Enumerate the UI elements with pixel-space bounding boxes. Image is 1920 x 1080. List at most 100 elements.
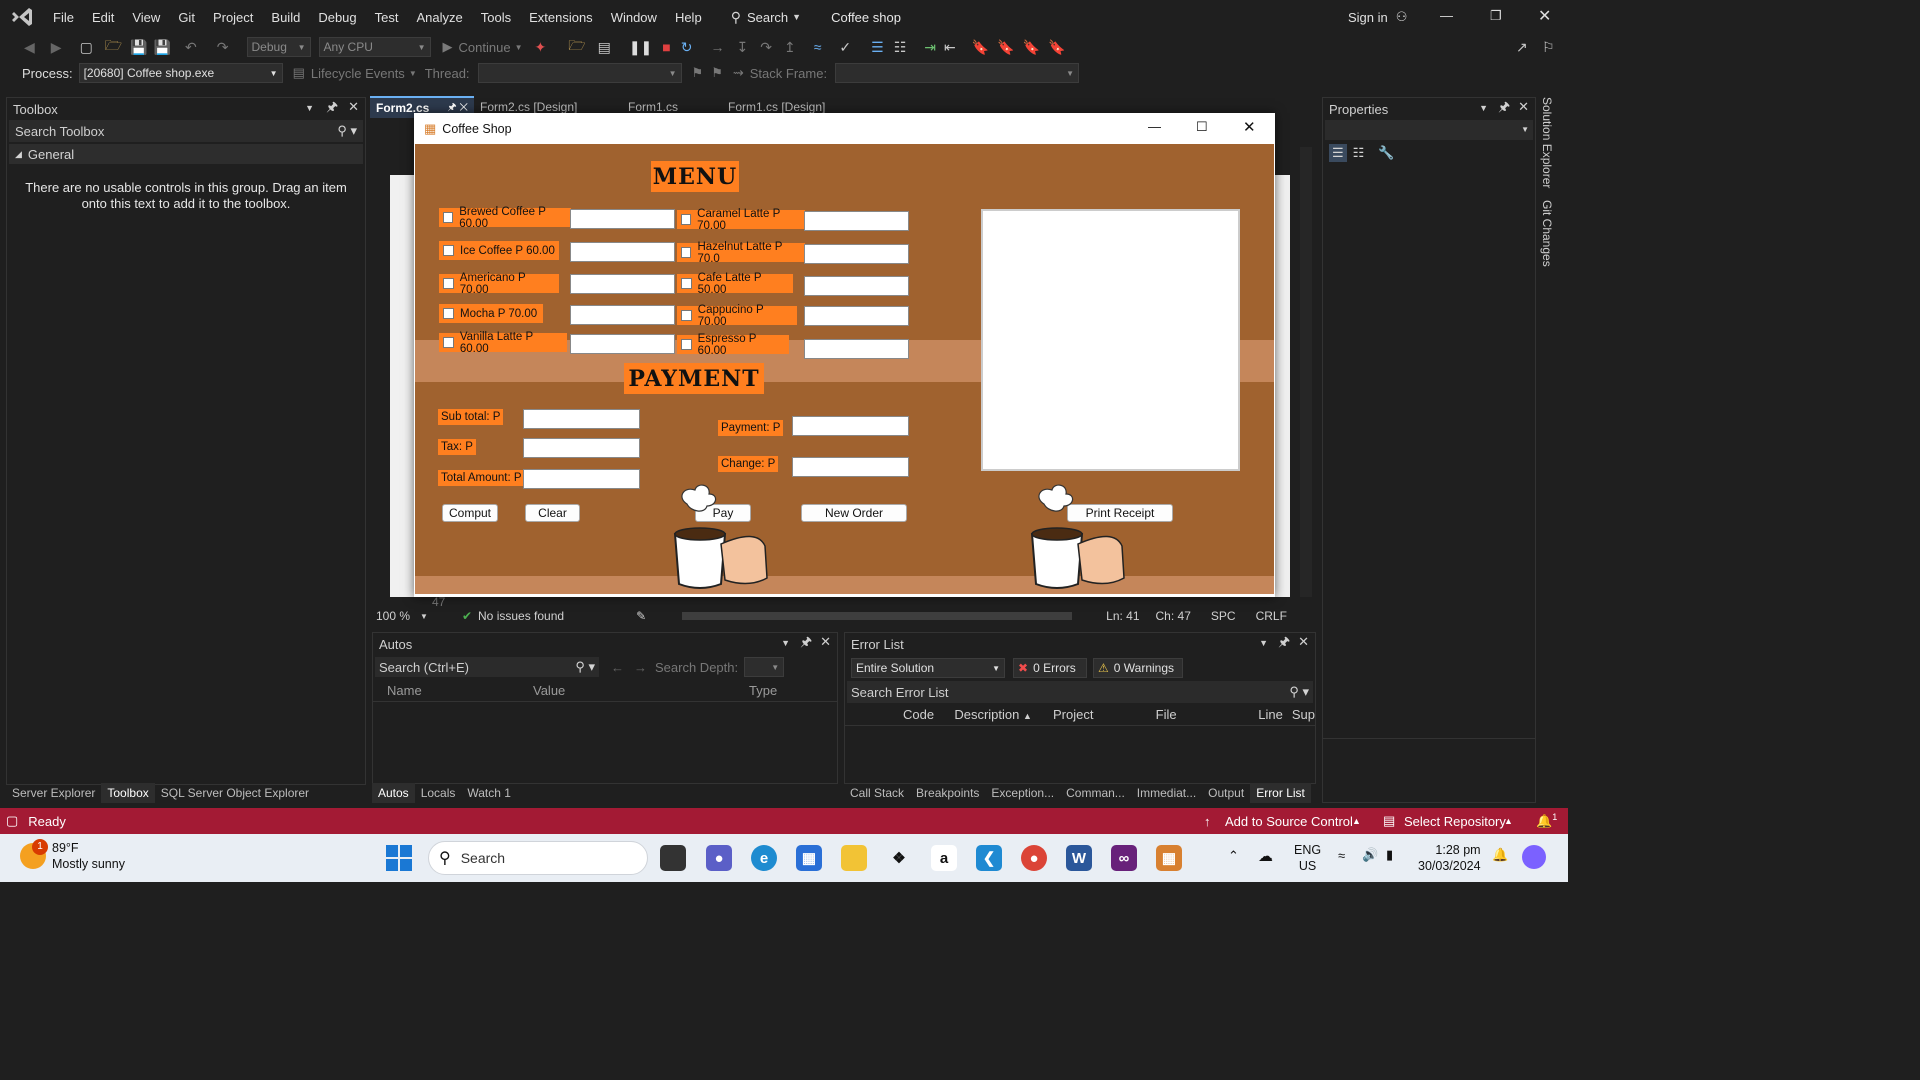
column-description[interactable]: Description ▲ [954,707,1053,722]
menu-tools[interactable]: Tools [472,0,520,34]
menu-item-hazelnut-latte[interactable]: Hazelnut Latte P 70.0 [677,241,805,265]
pin-icon[interactable]: 🖈 [1498,99,1510,114]
prev-bookmark-icon[interactable]: 🔖 [997,39,1014,56]
save-all-icon[interactable]: 💾 [154,39,171,56]
payment-input[interactable] [792,416,909,436]
qty-brewed-coffee-input[interactable] [570,209,675,229]
search-depth-dropdown[interactable]: ▼ [744,657,785,677]
menu-build[interactable]: Build [262,0,309,34]
copilot-icon[interactable] [1522,845,1546,869]
indent-icon[interactable]: ⇥ [924,39,936,56]
lifecycle-events-label[interactable]: Lifecycle Events [311,66,405,81]
subtotal-input[interactable] [523,409,640,429]
checkbox[interactable] [681,339,692,350]
tab-autos[interactable]: Autos [372,783,415,803]
column-line[interactable]: Line [1258,707,1292,722]
menu-item-cafe-latte[interactable]: Cafe Latte P 50.00 [677,272,793,296]
dropbox-icon[interactable]: ❖ [886,845,912,871]
menu-item-mocha[interactable]: Mocha P 70.00 [439,304,543,323]
qty-americano-input[interactable] [570,274,675,294]
restore-button[interactable]: ❐ [1490,8,1502,24]
notification-bell-icon[interactable]: 🔔1 [1536,812,1557,829]
undo-icon[interactable]: ↶ [185,39,197,56]
minimize-button[interactable]: — [1440,8,1453,23]
align-center-icon[interactable]: ☷ [894,39,907,56]
tab-locals[interactable]: Locals [415,783,462,803]
column-code[interactable]: Code [903,707,954,722]
select-repository-button[interactable]: Select Repository [1404,814,1506,829]
line-ending[interactable]: CRLF [1256,609,1287,623]
checkbox[interactable] [443,308,454,319]
issues-status[interactable]: No issues found [478,609,564,623]
menu-extensions[interactable]: Extensions [520,0,602,34]
qty-cappucino-input[interactable] [804,306,909,326]
add-to-source-control-button[interactable]: Add to Source Control [1225,814,1353,829]
notification-icon[interactable]: 🔔 [1492,847,1508,863]
tab-sql-server-object-explorer[interactable]: SQL Server Object Explorer [155,783,315,803]
column-name[interactable]: Name [387,683,533,698]
brush-icon[interactable]: ✎ [636,609,646,623]
forward-icon[interactable]: ▶ [51,39,62,56]
align-left-icon[interactable]: ☰ [871,39,884,56]
step-into-icon[interactable]: ↧ [737,39,749,56]
git-changes-tab[interactable]: Git Changes [1540,200,1554,267]
diagnostics-icon[interactable]: ≈ [814,39,822,55]
close-icon[interactable]: ✕ [1518,99,1529,114]
change-input[interactable] [792,457,909,477]
categorized-icon[interactable]: ☰ [1329,144,1347,162]
whitespace-mode[interactable]: SPC [1211,609,1236,623]
qty-hazelnut-latte-input[interactable] [804,244,909,264]
pin-icon[interactable]: 🖈 [326,99,338,114]
close-icon[interactable]: ✕ [348,99,359,114]
column-value[interactable]: Value [533,683,749,698]
column-type[interactable]: Type [749,683,777,698]
toolbox-group-general[interactable]: ◢ General [9,144,363,164]
checkbox[interactable] [443,245,454,256]
checkbox[interactable] [681,310,692,321]
tab-breakpoints[interactable]: Breakpoints [910,783,985,803]
menu-item-ice-coffee[interactable]: Ice Coffee P 60.00 [439,241,559,260]
qty-espresso-input[interactable] [804,339,909,359]
show-next-statement-icon[interactable]: → [711,39,725,55]
chevron-down-icon[interactable]: ▼ [1259,638,1268,648]
thread-dropdown[interactable]: ▼ [477,63,682,83]
stack-frame-dropdown[interactable]: ▼ [835,63,1080,83]
live-share-icon[interactable]: ↗ [1516,39,1528,56]
word-icon[interactable]: W [1066,845,1092,871]
file-explorer-icon[interactable] [841,845,867,871]
visual-studio-logo[interactable] [0,6,44,28]
column-file[interactable]: File [1156,707,1259,722]
pause-icon[interactable]: ❚❚ [629,39,652,56]
solution-explorer-tab[interactable]: Solution Explorer [1540,97,1554,188]
autos-search-input[interactable]: Search (Ctrl+E) ⚲ ▾ [375,657,599,677]
vertical-scrollbar[interactable] [1300,147,1312,597]
menu-view[interactable]: View [123,0,169,34]
tax-input[interactable] [523,438,640,458]
vscode-icon[interactable]: ❮ [976,845,1002,871]
menu-item-cappucino[interactable]: Cappucino P 70.00 [677,304,797,328]
horizontal-scrollbar[interactable] [682,612,1073,620]
menu-item-caramel-latte[interactable]: Caramel Latte P 70.00 [677,208,805,232]
column-project[interactable]: Project [1053,707,1156,722]
continue-button[interactable]: ▶ Continue ▼ [443,39,523,55]
tab-comman[interactable]: Comman... [1060,783,1131,803]
menu-test[interactable]: Test [366,0,408,34]
next-bookmark-icon[interactable]: 🔖 [1023,39,1040,56]
feedback-icon[interactable]: ⚐ [1542,39,1555,56]
weather-widget[interactable]: 1 89°F Mostly sunny [20,839,125,872]
menu-git[interactable]: Git [169,0,204,34]
language-indicator[interactable]: ENG US [1294,842,1321,874]
window-layout-icon[interactable]: ▤ [598,39,611,56]
new-project-icon[interactable]: ▢ [80,39,93,56]
total-amount-input[interactable] [523,469,640,489]
step-out-icon[interactable]: ↥ [784,39,796,56]
clear-button[interactable]: Clear [525,504,580,522]
checkbox[interactable] [681,247,692,258]
clock[interactable]: 1:28 pm 30/03/2024 [1418,842,1481,874]
step-over-icon[interactable]: ↷ [760,39,772,56]
search-back-icon[interactable]: ← [611,660,624,675]
microsoft-store-icon[interactable]: ▦ [796,845,822,871]
menu-item-americano[interactable]: Americano P 70.00 [439,272,559,296]
pin-icon[interactable]: 🖈 [1278,634,1290,649]
clear-bookmarks-icon[interactable]: 🔖 [1048,39,1065,56]
